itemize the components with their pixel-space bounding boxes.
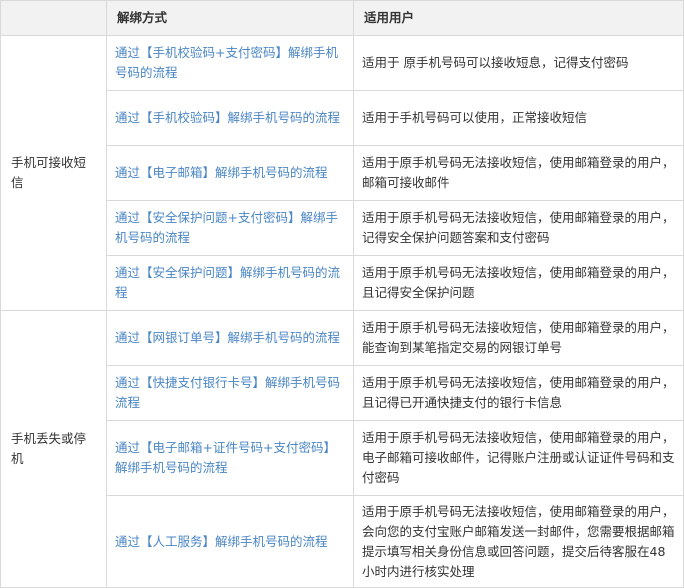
- method-link[interactable]: 通过【电子邮箱】解绑手机号码的流程: [115, 165, 328, 180]
- table-header-row: 解绑方式 适用用户: [0, 0, 684, 36]
- user-cell: 适用于原手机号码无法接收短信，使用邮箱登录的用户，会向您的支付宝账户邮箱发送一封…: [353, 495, 684, 588]
- user-cell: 适用于原手机号码无法接收短信，使用邮箱登录的用户，且记得安全保护问题: [353, 255, 684, 311]
- unbind-methods-table: 解绑方式 适用用户 手机可接收短信 通过【手机校验码+支付密码】解绑手机号码的流…: [0, 0, 684, 588]
- header-user: 适用用户: [353, 0, 684, 36]
- method-link[interactable]: 通过【安全保护问题】解绑手机号码的流程: [115, 265, 340, 300]
- header-group: [0, 0, 107, 36]
- user-cell: 适用于原手机号码无法接收短信，使用邮箱登录的用户，能查询到某笔指定交易的网银订单…: [353, 310, 684, 366]
- method-link[interactable]: 通过【手机校验码+支付密码】解绑手机号码的流程: [115, 45, 338, 80]
- user-cell: 适用于原手机号码无法接收短信，使用邮箱登录的用户，邮箱可接收邮件: [353, 145, 684, 201]
- header-method: 解绑方式: [106, 0, 354, 36]
- table-row: 手机可接收短信 通过【手机校验码+支付密码】解绑手机号码的流程 适用于 原手机号…: [0, 35, 684, 311]
- user-cell: 适用于原手机号码无法接收短信，使用邮箱登录的用户，记得安全保护问题答案和支付密码: [353, 200, 684, 256]
- method-link[interactable]: 通过【电子邮箱+证件号码+支付密码】解绑手机号码的流程: [115, 440, 336, 475]
- table-row: 手机丢失或停机 通过【网银订单号】解绑手机号码的流程 适用于原手机号码无法接收短…: [0, 310, 684, 588]
- method-link[interactable]: 通过【快捷支付银行卡号】解绑手机号码流程: [115, 375, 340, 410]
- method-link[interactable]: 通过【网银订单号】解绑手机号码的流程: [115, 330, 340, 345]
- group-label: 手机丢失或停机: [0, 310, 107, 588]
- user-cell: 适用于 原手机号码可以接收短息，记得支付密码: [353, 35, 684, 91]
- method-link[interactable]: 通过【手机校验码】解绑手机号码的流程: [115, 110, 340, 125]
- user-cell: 适用于手机号码可以使用，正常接收短信: [353, 90, 684, 146]
- method-link[interactable]: 通过【人工服务】解绑手机号码的流程: [115, 534, 328, 549]
- user-cell: 适用于原手机号码无法接收短信，使用邮箱登录的用户，电子邮箱可接收邮件，记得账户注…: [353, 420, 684, 496]
- group-label: 手机可接收短信: [0, 35, 107, 311]
- user-cell: 适用于原手机号码无法接收短信，使用邮箱登录的用户，且记得已开通快捷支付的银行卡信…: [353, 365, 684, 421]
- method-link[interactable]: 通过【安全保护问题+支付密码】解绑手机号码的流程: [115, 210, 338, 245]
